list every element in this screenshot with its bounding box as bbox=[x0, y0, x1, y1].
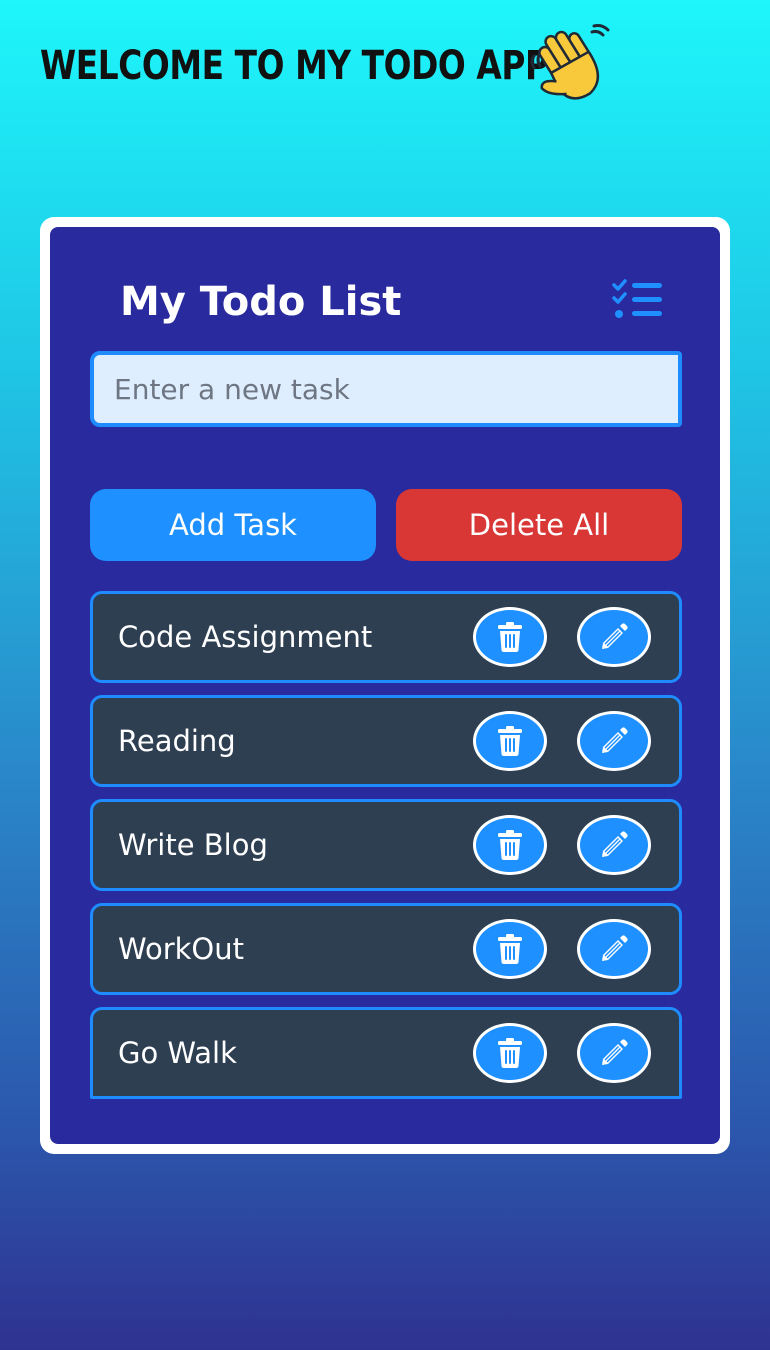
trash-icon bbox=[498, 1038, 522, 1068]
task-item: Code Assignment bbox=[90, 591, 682, 683]
trash-icon bbox=[498, 934, 522, 964]
edit-task-button[interactable] bbox=[577, 1023, 651, 1083]
pencil-icon bbox=[602, 1039, 628, 1065]
task-item: Reading bbox=[90, 695, 682, 787]
task-text: Write Blog bbox=[118, 828, 268, 862]
edit-task-button[interactable] bbox=[577, 815, 651, 875]
new-task-input[interactable] bbox=[90, 351, 682, 427]
todo-card-body: My Todo List Add Task Delete All Code As… bbox=[50, 227, 720, 1144]
pencil-icon bbox=[602, 727, 628, 753]
pencil-icon bbox=[602, 935, 628, 961]
task-text: Go Walk bbox=[118, 1036, 237, 1070]
edit-task-button[interactable] bbox=[577, 711, 651, 771]
task-text: Code Assignment bbox=[118, 620, 373, 654]
edit-task-button[interactable] bbox=[577, 919, 651, 979]
delete-task-button[interactable] bbox=[473, 919, 547, 979]
task-item: Go Walk bbox=[90, 1007, 682, 1099]
task-item: WorkOut bbox=[90, 903, 682, 995]
pencil-icon bbox=[602, 623, 628, 649]
todo-card: My Todo List Add Task Delete All Code As… bbox=[40, 217, 730, 1154]
trash-icon bbox=[498, 622, 522, 652]
welcome-title: Welcome to my todo app bbox=[40, 43, 549, 89]
edit-task-button[interactable] bbox=[577, 607, 651, 667]
checklist-icon bbox=[612, 279, 662, 318]
delete-all-button[interactable]: Delete All bbox=[396, 489, 682, 561]
card-title: My Todo List bbox=[120, 279, 402, 325]
task-text: WorkOut bbox=[118, 932, 245, 966]
trash-icon bbox=[498, 726, 522, 756]
delete-task-button[interactable] bbox=[473, 1023, 547, 1083]
task-item: Write Blog bbox=[90, 799, 682, 891]
pencil-icon bbox=[602, 831, 628, 857]
delete-task-button[interactable] bbox=[473, 815, 547, 875]
delete-task-button[interactable] bbox=[473, 607, 547, 667]
trash-icon bbox=[498, 830, 522, 860]
task-text: Reading bbox=[118, 724, 236, 758]
add-task-button[interactable]: Add Task bbox=[90, 489, 376, 561]
delete-task-button[interactable] bbox=[473, 711, 547, 771]
task-list: Code Assignment Reading Write Blog WorkO… bbox=[90, 591, 682, 1111]
waving-hand-icon bbox=[530, 24, 610, 100]
